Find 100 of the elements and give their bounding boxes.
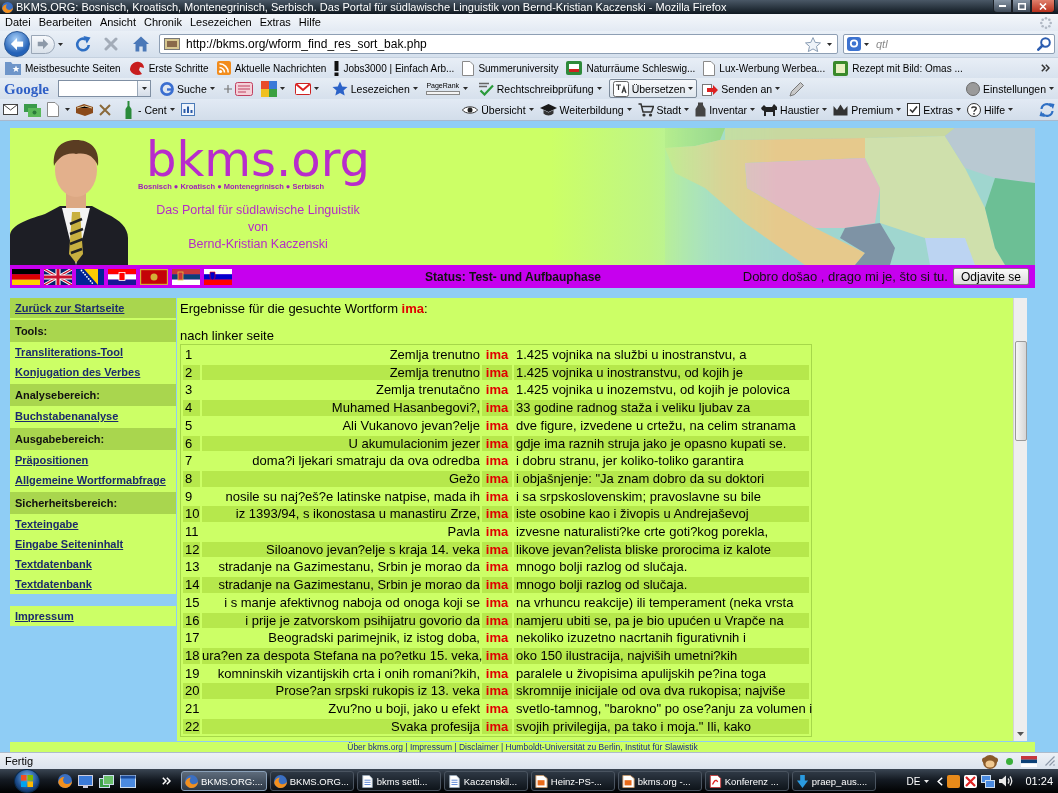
puzzle-icon[interactable] <box>260 80 277 97</box>
mail-icon[interactable] <box>3 104 18 115</box>
caret-icon[interactable] <box>827 42 832 46</box>
language-indicator[interactable]: DE <box>906 775 921 787</box>
chevron-icon[interactable] <box>1041 64 1050 72</box>
desktop-icon[interactable] <box>78 774 93 788</box>
caret-icon[interactable] <box>279 87 285 90</box>
taskbar-button[interactable]: BKMS.ORG:... <box>181 771 267 791</box>
page-icon[interactable] <box>47 102 59 117</box>
news-icon[interactable] <box>234 81 253 96</box>
reload-icon[interactable] <box>75 36 91 52</box>
taskbar-button[interactable]: bkms setti... <box>356 771 441 791</box>
monkey-icon[interactable] <box>982 753 998 769</box>
slovenian-flag-icon[interactable] <box>204 268 232 285</box>
swords-icon[interactable] <box>99 103 111 116</box>
taskbar-button[interactable]: bkms.org -... <box>617 771 702 791</box>
tray-app-icon[interactable] <box>947 774 961 788</box>
bookmark-link[interactable]: Summeruniversity <box>462 60 559 76</box>
toolbar-menu[interactable]: Inventar <box>695 102 756 117</box>
toolbar-button[interactable]: Senden an <box>701 79 782 98</box>
caret-icon[interactable] <box>58 42 63 46</box>
bookmark-link[interactable]: Lux-Werbung Werbea... <box>703 60 826 76</box>
mail-icon[interactable] <box>294 82 311 95</box>
book-icon[interactable] <box>76 103 93 116</box>
british-flag-icon[interactable] <box>44 268 72 285</box>
sidebar-link[interactable]: Impressum <box>15 610 74 622</box>
sidebar-link[interactable]: Eingabe Seiteninhalt <box>15 538 124 550</box>
bookmark-link[interactable]: Naturräume Schleswig... <box>566 61 696 75</box>
taskbar-button[interactable]: BKMS.ORG... <box>269 771 354 791</box>
toolbar-menu[interactable]: Stadt <box>637 102 690 117</box>
flag-icon[interactable] <box>1021 755 1037 767</box>
sidebar-link[interactable]: Konjugation des Verbes <box>15 366 141 378</box>
taskbar-button[interactable]: Heinz-PS-... <box>530 771 615 791</box>
window-switch-icon[interactable] <box>99 774 114 788</box>
croatian-flag-icon[interactable] <box>108 268 136 285</box>
sidebar-link[interactable]: Präpositionen <box>15 454 89 466</box>
sidebar-link[interactable]: Texteingabe <box>15 518 79 530</box>
sidebar-link[interactable]: Allgemeine Wortformabfrage <box>15 474 166 486</box>
toolbar-menu[interactable]: Haustier <box>761 103 828 116</box>
scrollbar[interactable] <box>1013 298 1027 741</box>
window-icon[interactable] <box>120 774 136 788</box>
pencil-icon[interactable] <box>789 80 806 97</box>
firefox-icon[interactable] <box>58 774 72 788</box>
toolbar-button[interactable]: Übersetzen <box>608 79 698 98</box>
sidebar-link[interactable]: Transliterations-Tool <box>15 346 123 358</box>
settings-button[interactable]: Einstellungen <box>964 79 1055 98</box>
sidebar-link[interactable]: Buchstabenanalyse <box>15 410 119 422</box>
scrollbar-thumb[interactable] <box>1014 341 1027 441</box>
bookmark-link[interactable]: Aktuelle Nachrichten <box>216 61 327 75</box>
menu-item[interactable]: Chronik <box>144 15 182 30</box>
search-button[interactable]: Suche <box>159 79 216 98</box>
logout-button[interactable]: Odjavite se <box>952 268 1029 285</box>
balance-button[interactable]: - Cent <box>138 103 175 116</box>
footer-links[interactable]: Über bkms.org | Impressum | Disclaimer | Humboldt-Universität zu Berlin, Institut für Slawistik <box>347 742 698 752</box>
toolbar-menu[interactable]: Extras <box>907 103 961 116</box>
money-icon[interactable] <box>24 102 41 117</box>
menu-item[interactable]: Extras <box>259 15 291 30</box>
search-field[interactable] <box>58 80 151 97</box>
home-link[interactable]: Zurück zur Startseite <box>10 298 176 318</box>
serbian-flag-icon[interactable] <box>172 268 200 285</box>
search-engine-icon[interactable] <box>847 37 861 51</box>
home-icon[interactable] <box>133 36 149 52</box>
minimize-button[interactable] <box>993 0 1012 13</box>
sidebar-link[interactable]: Textdatenbank <box>15 578 92 590</box>
close-button[interactable] <box>1031 0 1055 13</box>
maximize-button[interactable] <box>1012 0 1031 13</box>
toolbar-button[interactable]: Lesezeichen <box>330 79 419 98</box>
search-input[interactable]: qtl <box>872 38 1034 50</box>
chevron-left-icon[interactable] <box>937 776 944 786</box>
start-button[interactable] <box>14 769 40 793</box>
url-bar[interactable]: http://bkms.org/wform_find_res_sort_bak.php <box>159 34 838 54</box>
caret-icon[interactable] <box>864 42 869 46</box>
toolbar-menu[interactable]: Übersicht <box>462 103 534 116</box>
clock[interactable]: 01:24 <box>1025 775 1053 787</box>
menu-item[interactable]: Datei <box>5 15 31 30</box>
bottle-icon[interactable] <box>125 100 132 119</box>
menu-item[interactable]: Hilfe <box>298 15 321 30</box>
toolbar-menu[interactable]: Premium <box>833 103 902 116</box>
caret-icon[interactable] <box>65 108 70 111</box>
star-icon[interactable] <box>805 36 821 52</box>
caret-icon[interactable] <box>313 87 319 90</box>
search-bar[interactable]: qtl <box>843 34 1055 54</box>
bookmark-link[interactable]: Erste Schritte <box>128 60 209 76</box>
tray-app-icon[interactable] <box>964 774 978 788</box>
search-icon[interactable] <box>1037 37 1051 51</box>
sidebar-link[interactable]: Textdatenbank <box>15 558 92 570</box>
chart-icon[interactable] <box>180 103 195 116</box>
url-input[interactable]: http://bkms.org/wform_find_res_sort_bak.php <box>186 37 799 51</box>
bosnian-flag-icon[interactable] <box>76 268 104 285</box>
german-flag-icon[interactable] <box>12 268 40 285</box>
dropdown-button[interactable] <box>137 81 150 96</box>
menu-item[interactable]: Lesezeichen <box>189 15 252 30</box>
taskbar-button[interactable]: praep_aus.... <box>791 771 876 791</box>
bookmark-link[interactable]: Meistbesuchte Seiten <box>5 61 121 75</box>
menu-item[interactable]: Ansicht <box>99 15 136 30</box>
taskbar-button[interactable]: Kaczenskil... <box>443 771 528 791</box>
toolbar-menu[interactable]: Hilfe <box>967 102 1013 117</box>
taskbar-button[interactable]: Konferenz ... <box>704 771 789 791</box>
toolbar-menu[interactable]: Weiterbildung <box>539 103 632 116</box>
network-icon[interactable] <box>981 774 996 788</box>
